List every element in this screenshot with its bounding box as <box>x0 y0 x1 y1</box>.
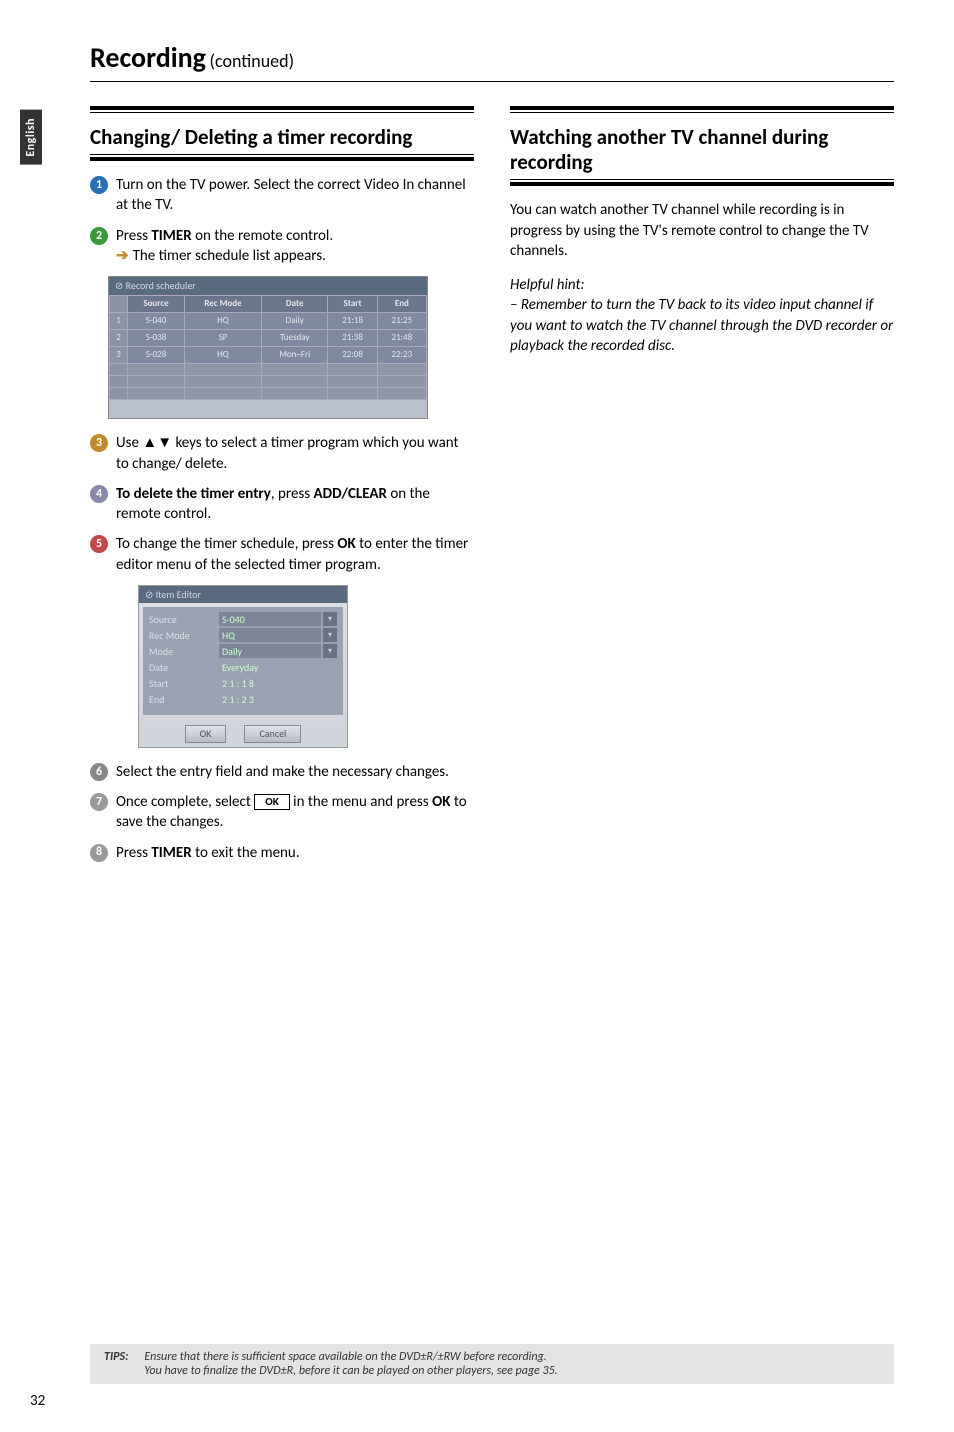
editor-ok-button: OK <box>185 725 227 743</box>
editor-cancel-button: Cancel <box>244 725 301 743</box>
step-5-text: To change the timer schedule, press OK t… <box>116 534 474 575</box>
step-3-text: Use ▲▼ keys to select a timer program wh… <box>116 433 474 474</box>
step-number-4: 4 <box>90 485 108 503</box>
arrow-icon: ➔ <box>116 247 129 265</box>
hint-body: – Remember to turn the TV back to its vi… <box>510 295 894 356</box>
left-heading: Changing/ Deleting a timer recording <box>90 123 474 154</box>
tips-line-1: Ensure that there is sufficient space av… <box>144 1350 557 1364</box>
tips-bar: TIPS: Ensure that there is sufficient sp… <box>90 1344 894 1384</box>
step-1-text: Turn on the TV power. Select the correct… <box>116 175 474 216</box>
title-line: Recording (continued) <box>90 40 894 82</box>
step-number-6: 6 <box>90 763 108 781</box>
scheduler-table: Source Rec Mode Date Start End 1S-040HQD… <box>109 295 427 401</box>
chevron-down-icon: ▾ <box>323 628 337 642</box>
step-number-7: 7 <box>90 793 108 811</box>
step-number-5: 5 <box>90 535 108 553</box>
hint-label: Helpful hint: <box>510 275 894 295</box>
right-heading: Watching another TV channel during recor… <box>510 123 894 179</box>
step-number-3: 3 <box>90 434 108 452</box>
right-para-1: You can watch another TV channel while r… <box>510 200 894 261</box>
language-tab: English <box>20 110 42 165</box>
step-number-8: 8 <box>90 844 108 862</box>
step-number-2: 2 <box>90 227 108 245</box>
step-6-text: Select the entry field and make the nece… <box>116 762 474 782</box>
tips-line-2: You have to finalize the DVD±R, before i… <box>144 1364 557 1378</box>
record-scheduler-screenshot: Record scheduler Source Rec Mode Date St… <box>108 276 428 419</box>
step-2-text: Press TIMER on the remote control. ➔The … <box>116 226 474 267</box>
tips-label: TIPS: <box>104 1350 128 1378</box>
chevron-down-icon: ▾ <box>323 612 337 626</box>
step-8-text: Press TIMER to exit the menu. <box>116 843 474 863</box>
scheduler-title: Record scheduler <box>109 277 427 295</box>
item-editor-screenshot: Item Editor SourceS-040▾ Rec ModeHQ▾ Mod… <box>138 585 348 748</box>
step-number-1: 1 <box>90 176 108 194</box>
step-7-text: Once complete, select OK in the menu and… <box>116 792 474 833</box>
step-4-text: To delete the timer entry, press ADD/CLE… <box>116 484 474 525</box>
editor-title: Item Editor <box>139 586 347 604</box>
page-title: Recording <box>90 40 206 75</box>
chevron-down-icon: ▾ <box>323 644 337 658</box>
page-number: 32 <box>30 1392 45 1410</box>
page-title-sub: (continued) <box>210 50 295 72</box>
ok-box-icon: OK <box>254 794 289 810</box>
